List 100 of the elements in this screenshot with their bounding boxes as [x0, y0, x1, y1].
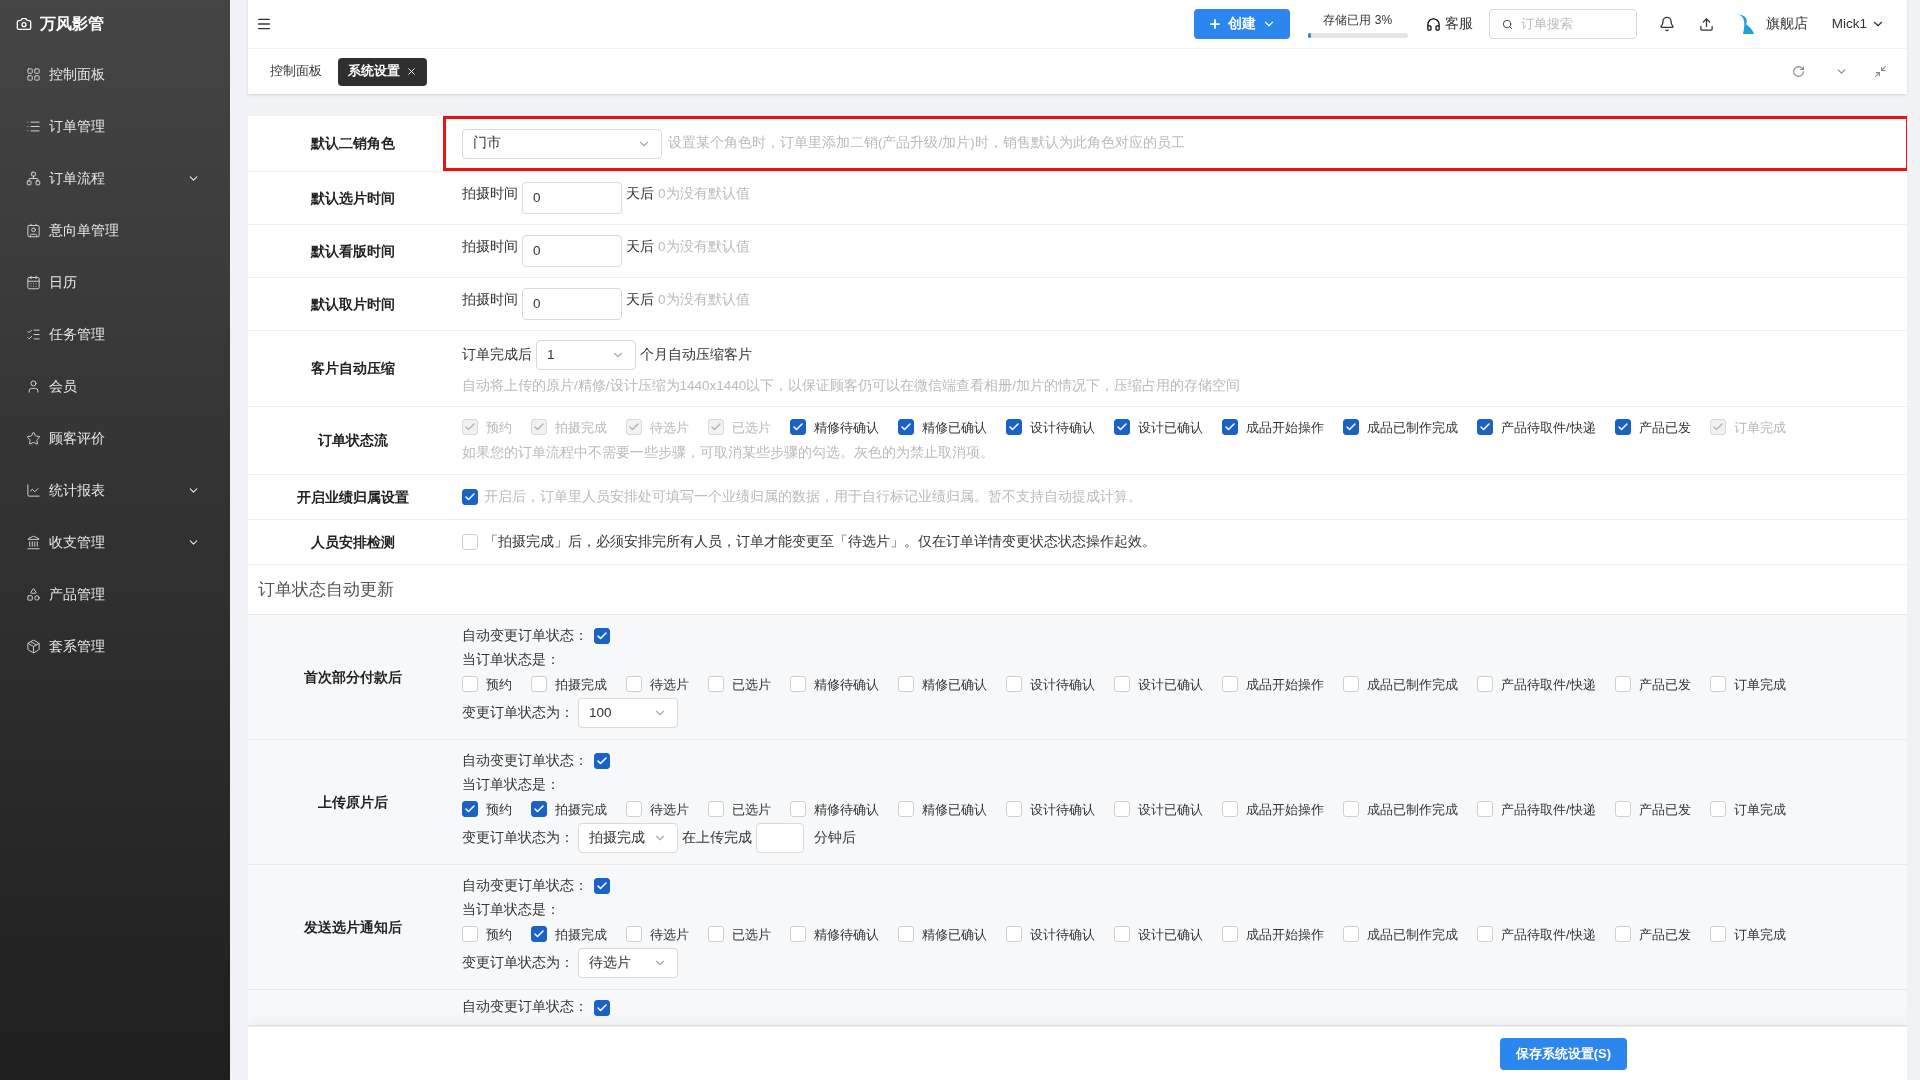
sidebar-item[interactable]: 控制面板 [0, 48, 230, 100]
status-label: 成品已制作完成 [1367, 800, 1458, 819]
status-label: 设计待确认 [1030, 418, 1095, 437]
status-label: 设计已确认 [1138, 925, 1203, 944]
sidebar-item[interactable]: 收支管理 [0, 516, 230, 568]
nav-icon [26, 326, 41, 342]
status-label: 精修已确认 [922, 800, 987, 819]
sidebar-item[interactable]: 套系管理 [0, 620, 230, 672]
status-label: 成品开始操作 [1246, 418, 1324, 437]
headset-icon[interactable] [1425, 16, 1441, 32]
minutes-input[interactable] [756, 823, 804, 853]
tab[interactable]: 系统设置 [338, 57, 427, 86]
select-field[interactable]: 门市 [462, 128, 662, 159]
status-label: 精修待确认 [814, 675, 879, 694]
fullscreen-icon[interactable] [1874, 65, 1887, 78]
user-menu[interactable]: Mick1 [1831, 13, 1885, 35]
setting-label: 订单状态流 [318, 431, 388, 450]
hint-text: 0为没有默认值 [658, 184, 750, 203]
select-field[interactable]: 待选片 [578, 948, 678, 978]
checkbox[interactable] [594, 753, 610, 770]
checkbox[interactable] [594, 878, 610, 895]
bell-icon[interactable] [1658, 16, 1675, 32]
sidebar-item[interactable]: 产品管理 [0, 568, 230, 620]
nav-icon [26, 534, 41, 550]
checkbox[interactable] [898, 419, 914, 436]
status-label: 待选片 [650, 800, 689, 819]
checkbox[interactable] [531, 801, 547, 818]
checkbox[interactable] [1222, 419, 1238, 436]
checkbox[interactable] [1614, 419, 1631, 436]
status-label: 精修待确认 [814, 418, 879, 437]
status-label: 精修已确认 [922, 925, 987, 944]
nav-icon [26, 118, 41, 134]
auto-label: 自动变更订单状态： [462, 877, 588, 895]
nav-icon [26, 378, 41, 394]
close-icon[interactable] [406, 66, 417, 77]
current-label: 当订单状态是： [462, 776, 561, 795]
store-name[interactable]: 旗舰店 [1765, 13, 1808, 35]
setting-label: 默认二销角色 [311, 134, 395, 153]
checkbox[interactable] [1006, 419, 1022, 436]
checkbox[interactable] [531, 926, 547, 943]
status-label: 设计已确认 [1138, 675, 1203, 694]
checkbox[interactable] [790, 419, 806, 436]
days-input[interactable]: 0 [522, 182, 622, 214]
target-label: 变更订单状态为： [462, 953, 574, 972]
checkbox[interactable] [594, 999, 610, 1016]
status-label: 精修待确认 [814, 800, 879, 819]
checkbox[interactable] [1114, 419, 1130, 436]
sidebar-item[interactable]: 会员 [0, 360, 230, 412]
status-label: 预约 [486, 800, 512, 819]
checkbox[interactable] [594, 628, 610, 645]
status-label: 待选片 [650, 418, 689, 437]
sidebar-item[interactable]: 顾客评价 [0, 412, 230, 464]
upload-icon[interactable] [1698, 16, 1714, 32]
create-button[interactable]: 创建 [1193, 9, 1290, 39]
days-input[interactable]: 0 [522, 288, 622, 320]
sidebar-item[interactable]: 订单流程 [0, 152, 230, 204]
menu-icon[interactable] [256, 16, 272, 32]
save-button[interactable]: 保存系统设置(S) [1499, 1037, 1627, 1070]
checkbox[interactable] [462, 801, 478, 818]
nav-icon [26, 222, 41, 238]
suffix-text: 个月自动压缩客片 [640, 346, 752, 365]
status-label: 预约 [486, 675, 512, 694]
status-label: 产品已发 [1638, 418, 1691, 437]
check-icon [596, 1001, 608, 1014]
brand-name: 万风影管 [40, 14, 104, 34]
status-label: 产品待取件/快递 [1501, 418, 1596, 437]
sidebar-item[interactable]: 日历 [0, 256, 230, 308]
service-link[interactable]: 客服 [1444, 13, 1473, 35]
status-label: 产品待取件/快递 [1501, 800, 1596, 819]
refresh-icon[interactable] [1792, 65, 1805, 78]
checkbox[interactable] [1477, 419, 1493, 436]
days-input[interactable]: 0 [522, 235, 622, 267]
sidebar-item[interactable]: 意向单管理 [0, 204, 230, 256]
nav-icon [26, 586, 41, 602]
select-field[interactable]: 拍摄完成 [578, 823, 678, 853]
check-icon [464, 491, 476, 503]
search-input[interactable]: 订单搜索 [1520, 14, 1624, 34]
search-field[interactable]: 订单搜索 [1488, 9, 1637, 39]
status-label: 设计待确认 [1030, 675, 1095, 694]
sidebar-item[interactable]: 订单管理 [0, 100, 230, 152]
select-field[interactable]: 1 [536, 340, 636, 371]
nav-icon [26, 482, 41, 498]
checkbox[interactable] [462, 489, 478, 505]
select-field[interactable]: 100 [578, 698, 678, 728]
sidebar-item[interactable]: 统计报表 [0, 464, 230, 516]
hint-text: 0为没有默认值 [658, 237, 750, 256]
sidebar-item[interactable]: 任务管理 [0, 308, 230, 360]
status-label: 订单完成 [1733, 800, 1786, 819]
status-label: 待选片 [650, 925, 689, 944]
prefix-text: 订单完成后 [462, 346, 532, 365]
status-label: 精修已确认 [922, 675, 987, 694]
status-label: 订单完成 [1733, 675, 1786, 694]
status-label: 已选片 [732, 675, 771, 694]
status-label: 设计已确认 [1138, 418, 1203, 437]
option-text: 开启后，订单里人员安排处可填写一个业绩归属的数据，用于自行标记业绩归属。暂不支持自动提成计算。 [484, 487, 1142, 506]
auto-label: 自动变更订单状态： [462, 627, 588, 645]
checkbox[interactable] [1343, 419, 1359, 436]
status-label: 订单完成 [1733, 925, 1786, 944]
status-label: 设计待确认 [1030, 925, 1095, 944]
auto-label: 自动变更订单状态： [462, 752, 588, 770]
